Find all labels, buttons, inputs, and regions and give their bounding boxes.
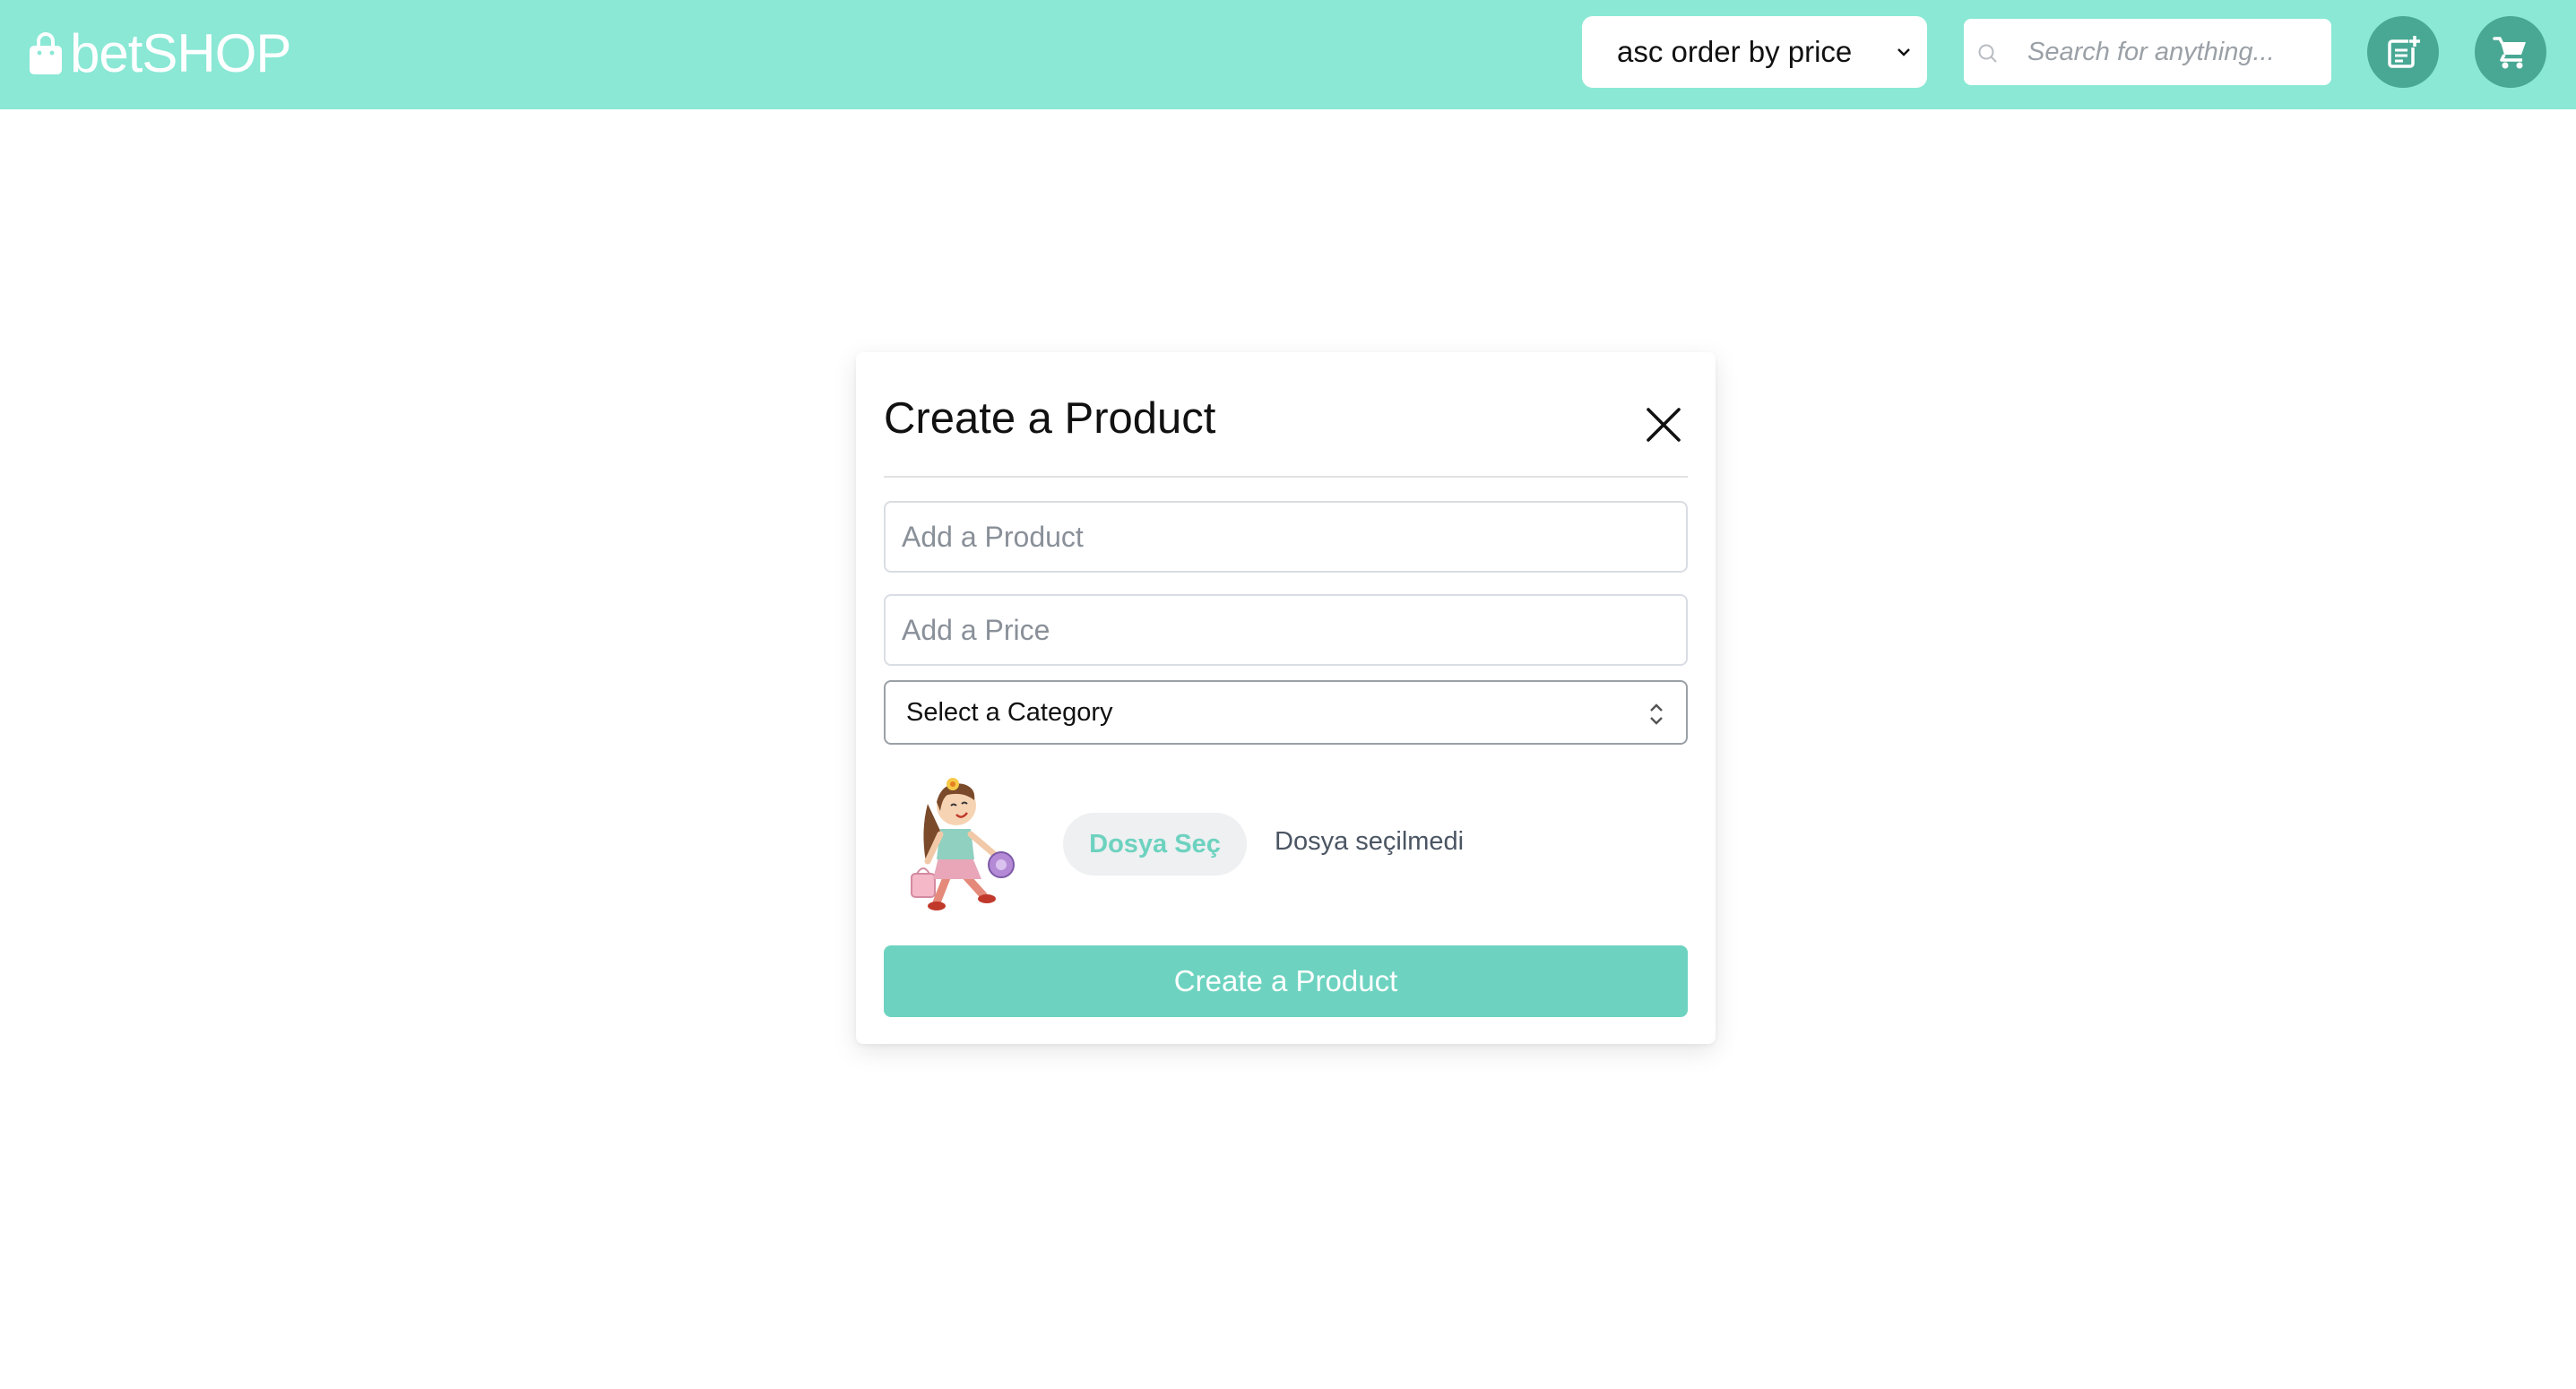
shopping-bag-icon — [30, 32, 62, 74]
file-status-text: Dosya seçilmedi — [1275, 827, 1465, 856]
cart-icon — [2493, 37, 2526, 69]
price-input[interactable] — [886, 596, 1686, 664]
create-product-modal: Create a Product Select a Category — [856, 352, 1716, 1044]
product-name-input[interactable] — [886, 503, 1686, 571]
sort-selected-value: asc order by price — [1617, 35, 1853, 68]
add-list-icon — [2388, 35, 2421, 68]
chevron-down-icon — [1897, 48, 1910, 56]
add-product-button[interactable] — [2367, 16, 2439, 88]
up-down-arrows-icon — [1650, 703, 1663, 725]
category-select[interactable]: Select a Category — [884, 680, 1688, 745]
search-box — [1964, 19, 2331, 85]
close-icon[interactable] — [1647, 408, 1681, 442]
product-image-preview — [911, 778, 1015, 910]
search-icon — [1978, 44, 1997, 63]
brand-logo[interactable]: betSHOP — [27, 22, 291, 86]
choose-file-button[interactable]: Dosya Seç — [1063, 813, 1247, 876]
brand-name: betSHOP — [70, 23, 291, 83]
search-input[interactable] — [2027, 28, 2314, 76]
modal-divider — [884, 476, 1688, 478]
cart-button[interactable] — [2475, 16, 2546, 88]
create-product-submit-button[interactable]: Create a Product — [884, 945, 1688, 1017]
modal-title: Create a Product — [884, 394, 1216, 443]
sort-select[interactable]: asc order by price — [1582, 16, 1927, 88]
top-navbar: betSHOP asc order by price — [0, 0, 2576, 109]
product-name-field — [884, 501, 1688, 573]
price-field — [884, 594, 1688, 666]
category-selected-value: Select a Category — [906, 697, 1113, 727]
